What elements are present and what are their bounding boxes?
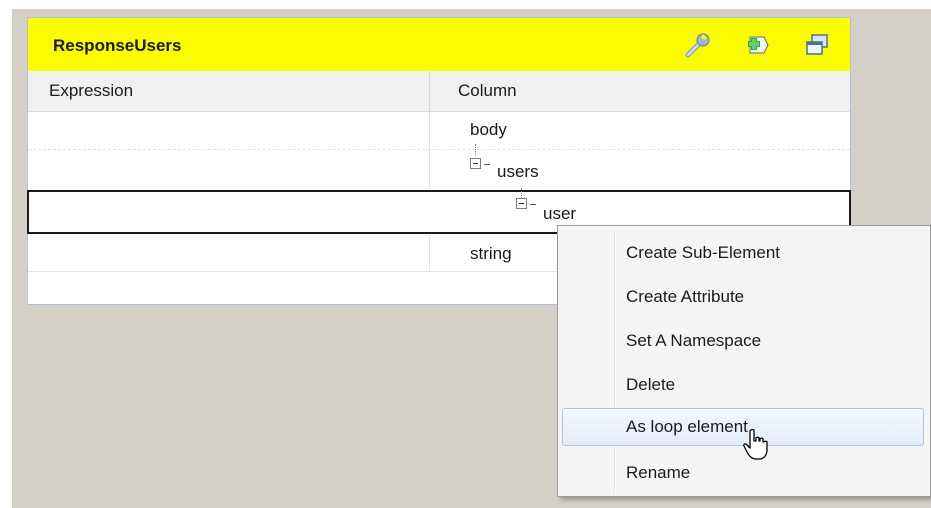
menu-item-delete[interactable]: Delete (562, 366, 924, 404)
menu-item-label: As loop element (626, 417, 748, 436)
node-label-body: body (470, 120, 507, 139)
expression-cell[interactable] (29, 192, 431, 232)
menu-item-create-sub-element[interactable]: Create Sub-Element (562, 234, 924, 272)
expression-cell[interactable] (28, 150, 430, 190)
window-icon[interactable] (801, 29, 833, 61)
expression-cell[interactable] (28, 112, 430, 149)
menu-item-label: Rename (626, 463, 691, 482)
panel-header: ResponseUsers (28, 18, 850, 71)
menu-item-label: Delete (626, 375, 676, 394)
tree-row-users[interactable]: users (28, 144, 850, 190)
tree-row-body[interactable]: body (28, 112, 850, 150)
node-label-user: user (543, 204, 577, 223)
menu-item-label: Set A Namespace (626, 331, 762, 350)
tree-dash (484, 164, 490, 165)
column-cell[interactable]: body (430, 112, 850, 149)
node-label-users: users (497, 162, 539, 181)
menu-item-label: Create Sub-Element (626, 243, 781, 262)
column-column-header[interactable]: Column (430, 71, 850, 112)
collapse-toggle-icon[interactable] (470, 158, 481, 169)
mouse-pointer-icon (743, 428, 769, 462)
expression-cell[interactable] (28, 234, 430, 271)
add-arrow-icon[interactable] (740, 29, 772, 61)
wrench-icon[interactable] (682, 29, 714, 61)
panel-title: ResponseUsers (53, 36, 182, 55)
menu-item-label: Create Attribute (626, 287, 745, 306)
menu-item-create-attribute[interactable]: Create Attribute (562, 278, 924, 316)
column-cell[interactable]: users (430, 144, 850, 190)
tree-dash (530, 204, 536, 205)
menu-item-set-namespace[interactable]: Set A Namespace (562, 322, 924, 360)
tree-connector (475, 144, 477, 156)
node-label-string: string (470, 244, 512, 263)
expression-column-header[interactable]: Expression (28, 71, 430, 112)
collapse-toggle-icon[interactable] (516, 198, 527, 209)
